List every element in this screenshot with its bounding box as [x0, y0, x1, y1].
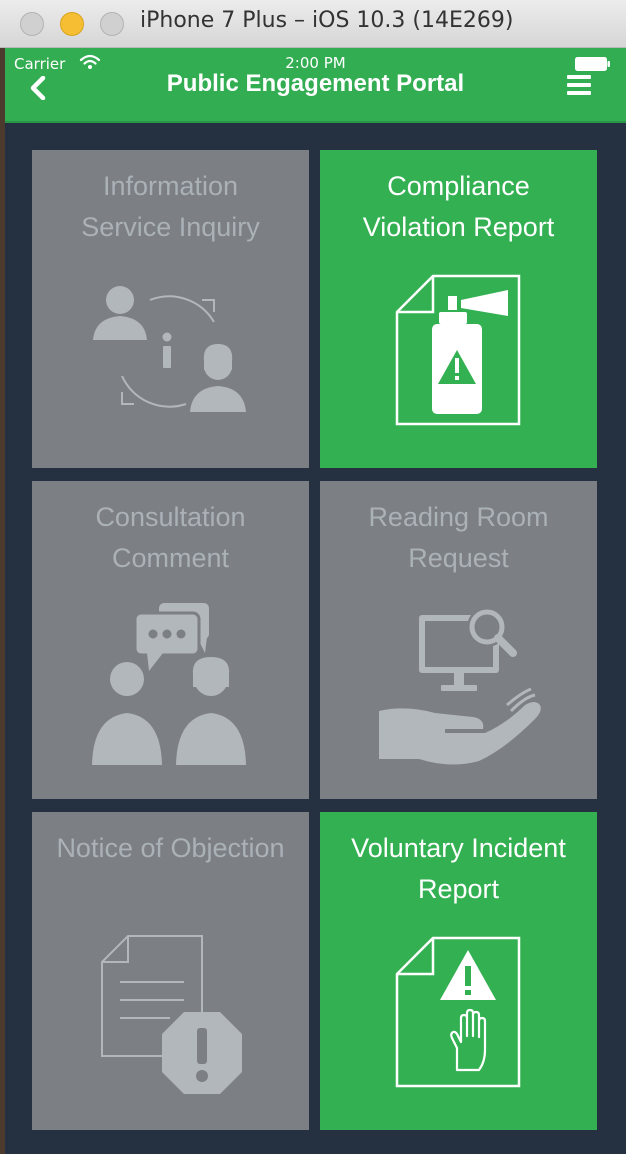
tile-label: Information Service Inquiry [32, 166, 309, 248]
tile-reading-room-request[interactable]: Reading Room Request [320, 481, 597, 799]
document-exclamation-icon [101, 935, 242, 1094]
tile-label-line: Report [417, 874, 500, 904]
tile-label-line: Request [408, 543, 509, 573]
device-screen: Carrier 2:00 PM Public Engagement Portal… [5, 48, 626, 1154]
battery-icon [575, 57, 610, 71]
close-window-button[interactable] [20, 12, 44, 36]
spray-can-warning-icon [395, 274, 521, 426]
tile-compliance-violation-report[interactable]: Compliance Violation Report [320, 150, 597, 468]
tile-label: Voluntary Incident Report [320, 828, 597, 910]
tile-label: Notice of Objection [32, 828, 309, 869]
tile-label-line: Service Inquiry [81, 212, 260, 242]
zoom-window-button[interactable] [100, 12, 124, 36]
tile-notice-of-objection[interactable]: Notice of Objection [32, 812, 309, 1130]
hamburger-menu-icon[interactable] [567, 74, 591, 96]
window-title: iPhone 7 Plus – iOS 10.3 (14E269) [140, 8, 514, 33]
tile-label: Consultation Comment [32, 497, 309, 579]
tile-label-line: Voluntary Incident [351, 833, 566, 863]
tile-voluntary-incident-report[interactable]: Voluntary Incident Report [320, 812, 597, 1130]
tile-label-line: Reading Room [368, 502, 549, 532]
tile-label-line: Consultation [95, 502, 246, 532]
information-exchange-icon [93, 286, 246, 412]
tile-label-line: Comment [111, 543, 230, 573]
document-warning-hand-icon [395, 936, 521, 1088]
tile-label-line: Information [102, 171, 239, 201]
simulator-title-bar: iPhone 7 Plus – iOS 10.3 (14E269) [0, 0, 626, 48]
minimize-window-button[interactable] [60, 12, 84, 36]
tile-label: Compliance Violation Report [320, 166, 597, 248]
tile-label-line: Violation Report [362, 212, 555, 242]
tile-label-line: Compliance [387, 171, 530, 201]
tile-information-service-inquiry[interactable]: Information Service Inquiry [32, 150, 309, 468]
monitor-search-hand-icon [379, 607, 541, 765]
people-discussion-icon [92, 603, 246, 765]
tile-label-line: Notice of Objection [56, 833, 285, 863]
page-title: Public Engagement Portal [166, 70, 465, 97]
navigation-bar: Carrier 2:00 PM Public Engagement Portal [5, 48, 626, 123]
tile-consultation-comment[interactable]: Consultation Comment [32, 481, 309, 799]
tile-label: Reading Room Request [320, 497, 597, 579]
